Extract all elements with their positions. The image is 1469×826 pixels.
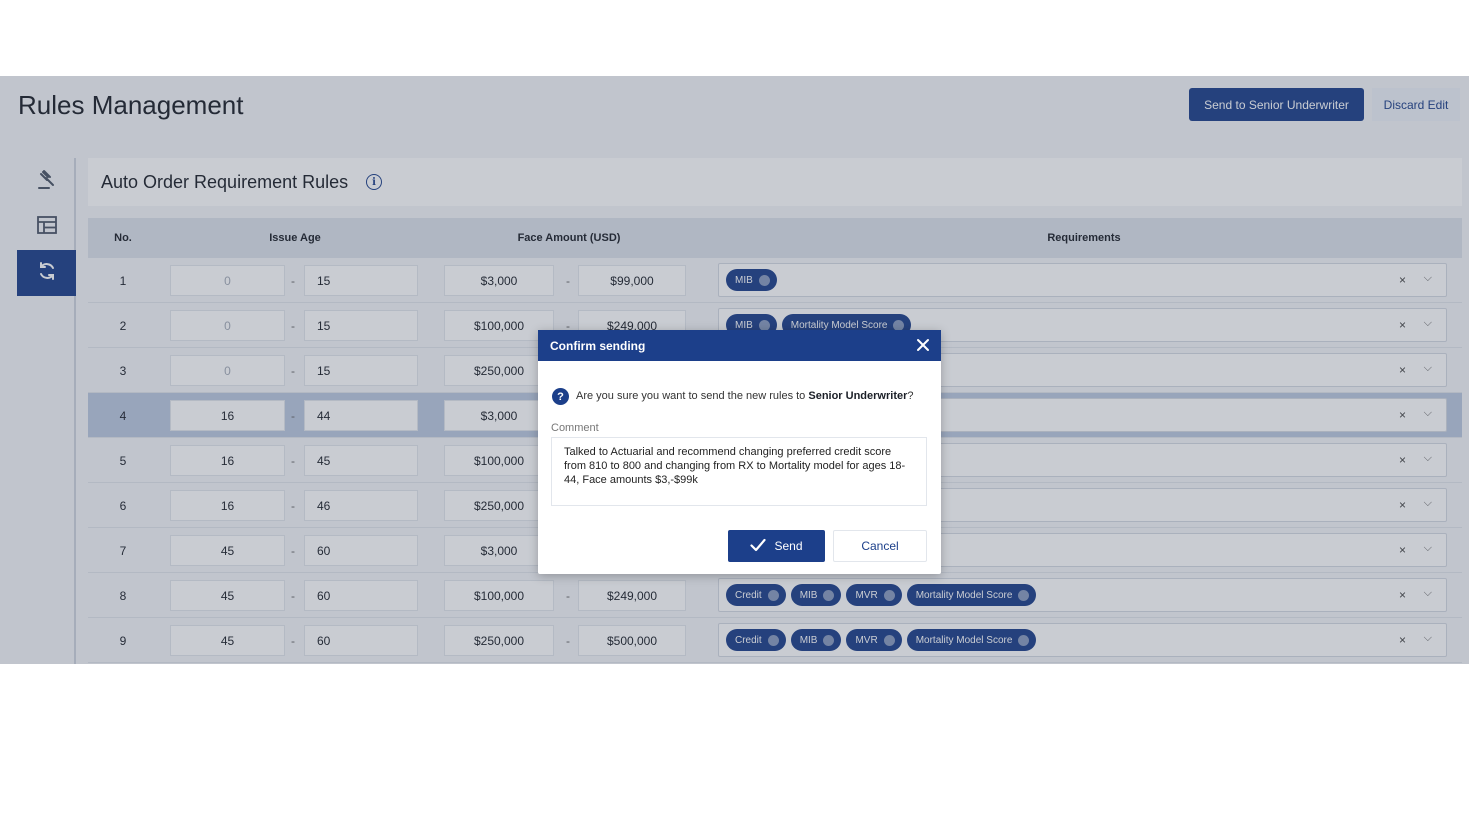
question-icon: ? <box>552 388 569 405</box>
send-button[interactable]: Send <box>728 530 825 562</box>
question-prefix: Are you sure you want to send the new ru… <box>576 390 809 402</box>
dialog-title: Confirm sending <box>550 339 646 353</box>
comment-label: Comment <box>551 422 599 434</box>
close-icon[interactable] <box>913 335 933 355</box>
app-screen: Rules Management Send to Senior Underwri… <box>0 76 1469 664</box>
confirm-sending-dialog: Confirm sending ? Are you sure you want … <box>538 330 941 574</box>
send-label: Send <box>774 539 803 553</box>
check-icon <box>750 538 767 555</box>
question-target: Senior Underwriter <box>808 390 908 402</box>
question-suffix: ? <box>907 390 914 402</box>
dialog-header: Confirm sending <box>538 330 941 361</box>
confirm-question: Are you sure you want to send the new ru… <box>576 390 914 402</box>
comment-textarea[interactable]: Talked to Actuarial and recommend changi… <box>551 437 927 506</box>
cancel-button[interactable]: Cancel <box>833 530 927 562</box>
